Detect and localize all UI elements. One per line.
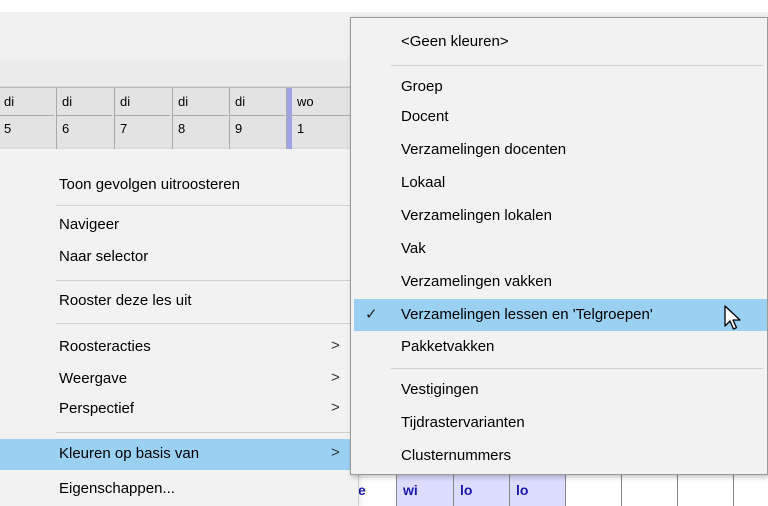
- submenu-item-docent[interactable]: Docent: [351, 102, 767, 132]
- menu-item-navigeer[interactable]: Navigeer: [0, 211, 358, 240]
- day-date: 8: [178, 121, 186, 136]
- submenu-item-label: Vak: [401, 240, 426, 257]
- submenu-item-vak[interactable]: Vak: [351, 234, 767, 264]
- submenu-item-label: <Geen kleuren>: [401, 33, 509, 50]
- submenu-item-label: Vestigingen: [401, 381, 479, 398]
- context-menu: Toon gevolgen uitroosteren Navigeer Naar…: [0, 149, 359, 506]
- header-day-cell[interactable]: di 5: [0, 88, 54, 150]
- top-strip: [0, 0, 768, 10]
- header-day-cell-wo[interactable]: wo 1: [286, 88, 352, 150]
- schedule-grid-row: e wi lo lo: [352, 474, 768, 506]
- submenu-item-lokaal[interactable]: Lokaal: [351, 168, 767, 198]
- menu-item-label: Rooster deze les uit: [59, 292, 192, 309]
- day-name: wo: [297, 94, 314, 109]
- submenu-item-label: Tijdrastervarianten: [401, 414, 525, 431]
- header-day-cell[interactable]: di 7: [114, 88, 170, 150]
- day-name: di: [178, 94, 189, 109]
- menu-separator: [391, 368, 763, 369]
- day-name: di: [62, 94, 73, 109]
- divider: [0, 115, 54, 116]
- menu-item-label: Perspectief: [59, 400, 135, 417]
- menu-item-label: Naar selector: [59, 248, 149, 265]
- menu-separator: [56, 205, 354, 206]
- divider: [173, 115, 228, 116]
- grid-cell[interactable]: [621, 474, 677, 506]
- header-day-cell[interactable]: di 9: [229, 88, 285, 150]
- submenu-item-verzamelingen-vakken[interactable]: Verzamelingen vakken: [351, 267, 767, 297]
- menu-item-label: Navigeer: [59, 216, 120, 233]
- submenu-item-tijdrastervarianten[interactable]: Tijdrastervarianten: [351, 408, 767, 438]
- day-name: di: [120, 94, 131, 109]
- submenu-item-groep[interactable]: Groep: [351, 72, 767, 102]
- day-date: 1: [297, 121, 305, 136]
- header-day-cell[interactable]: di 6: [56, 88, 112, 150]
- submenu-item-label: Lokaal: [401, 174, 446, 191]
- submenu-item-label: Verzamelingen vakken: [401, 273, 552, 290]
- grid-cell[interactable]: [677, 474, 733, 506]
- menu-item-toon-gevolgen[interactable]: Toon gevolgen uitroosteren: [0, 171, 358, 200]
- menu-item-roosteracties[interactable]: Roosteracties >: [0, 333, 358, 362]
- divider: [57, 115, 112, 116]
- divider: [115, 115, 170, 116]
- day-name: di: [4, 94, 15, 109]
- submenu-item-label: Docent: [401, 108, 449, 125]
- chevron-right-icon: >: [331, 444, 340, 461]
- submenu-item-pakketvakken[interactable]: Pakketvakken: [351, 332, 767, 362]
- colors-submenu: <Geen kleuren> Groep Docent Verzamelinge…: [350, 17, 768, 475]
- submenu-item-label: Verzamelingen lokalen: [401, 207, 552, 224]
- header-day-cell[interactable]: di 8: [172, 88, 228, 150]
- grid-cell[interactable]: lo: [509, 474, 565, 506]
- day-date: 7: [120, 121, 128, 136]
- menu-separator: [56, 323, 354, 324]
- menu-item-label: Roosteracties: [59, 338, 151, 355]
- chevron-right-icon: >: [331, 369, 340, 386]
- day-date: 5: [4, 121, 12, 136]
- menu-separator: [56, 432, 354, 433]
- grid-cell[interactable]: [565, 474, 621, 506]
- divider: [230, 115, 285, 116]
- submenu-item-label: Groep: [401, 78, 443, 95]
- grid-cell[interactable]: [733, 474, 768, 506]
- check-icon: ✓: [365, 306, 378, 323]
- submenu-item-clusternummers[interactable]: Clusternummers: [351, 441, 767, 471]
- menu-item-label: Toon gevolgen uitroosteren: [59, 176, 240, 193]
- menu-item-rooster-uit[interactable]: Rooster deze les uit: [0, 287, 358, 316]
- day-name: di: [235, 94, 246, 109]
- menu-item-kleuren-op-basis-van[interactable]: Kleuren op basis van >: [0, 439, 351, 470]
- menu-separator: [56, 280, 354, 281]
- submenu-item-vestigingen[interactable]: Vestigingen: [351, 375, 767, 405]
- submenu-item-verzamelingen-lessen[interactable]: ✓ Verzamelingen lessen en 'Telgroepen': [354, 299, 767, 331]
- day-date: 9: [235, 121, 243, 136]
- divider: [287, 115, 352, 116]
- menu-item-label: Kleuren op basis van: [59, 445, 200, 462]
- submenu-item-label: Pakketvakken: [401, 338, 495, 355]
- submenu-item-label: Verzamelingen lessen en 'Telgroepen': [401, 306, 653, 323]
- day-date: 6: [62, 121, 70, 136]
- menu-item-naar-selector[interactable]: Naar selector: [0, 243, 358, 272]
- chevron-right-icon: >: [331, 399, 340, 416]
- menu-separator: [391, 65, 763, 66]
- menu-item-label: Eigenschappen...: [59, 480, 175, 497]
- menu-item-label: Weergave: [59, 370, 128, 387]
- submenu-item-verzamelingen-lokalen[interactable]: Verzamelingen lokalen: [351, 201, 767, 231]
- submenu-item-verzamelingen-docenten[interactable]: Verzamelingen docenten: [351, 135, 767, 165]
- grid-cell[interactable]: lo: [453, 474, 509, 506]
- schedule-header: di 5 di 6 di 7 di 8 di 9 wo 1: [0, 87, 352, 150]
- grid-cell[interactable]: wi: [396, 474, 453, 506]
- submenu-item-label: Clusternummers: [401, 447, 512, 464]
- submenu-item-geen-kleuren[interactable]: <Geen kleuren>: [351, 27, 767, 57]
- submenu-item-label: Verzamelingen docenten: [401, 141, 567, 158]
- mouse-pointer-icon: [724, 305, 741, 330]
- chevron-right-icon: >: [331, 337, 340, 354]
- menu-item-weergave[interactable]: Weergave >: [0, 365, 358, 394]
- menu-item-perspectief[interactable]: Perspectief >: [0, 395, 358, 424]
- menu-item-eigenschappen[interactable]: Eigenschappen...: [0, 475, 358, 504]
